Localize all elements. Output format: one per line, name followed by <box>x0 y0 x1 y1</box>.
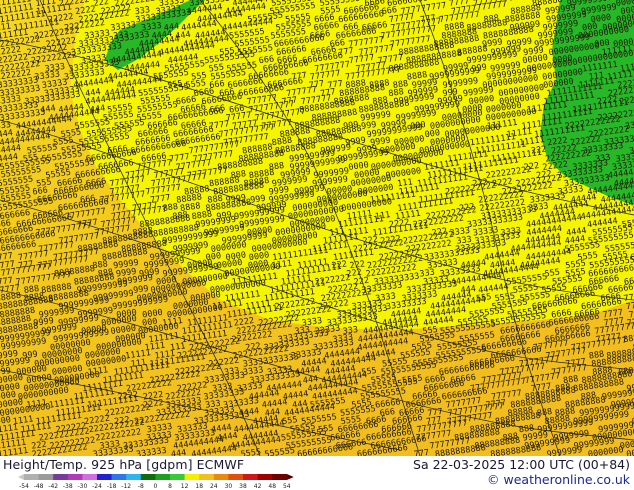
colorbar-tick-label: 42 <box>254 483 262 490</box>
colorbar-tick-label: -42 <box>48 483 58 490</box>
colorbar-swatch <box>228 474 244 480</box>
colorbar-tick-label: 30 <box>225 483 233 490</box>
temperature-colorbar: -54 -48 -42 -38 -30 -24 -18 -12 -8 0 8 12 18 24 30 38 42… <box>18 474 294 490</box>
colorbar-swatch <box>243 474 258 480</box>
colorbar-tick-label: 18 <box>195 483 203 490</box>
colorbar-swatch <box>170 474 185 480</box>
colorbar-tick-label: -48 <box>34 483 44 490</box>
colorbar-right-arrow <box>286 474 294 480</box>
colorbar-swatch <box>184 474 200 480</box>
colorbar-swatch <box>111 474 127 480</box>
map-canvas: 1111111 1111 222222 222 22222222 33333 3333333… <box>0 0 634 456</box>
colorbar-tick-label: 48 <box>268 483 276 490</box>
colorbar-tick-label: -18 <box>107 483 117 490</box>
colorbar-tick-label: -24 <box>92 483 102 490</box>
height-digit-run: 777 <box>413 448 430 456</box>
height-digit-run: 444 <box>170 448 187 456</box>
colorbar-tick-label: -12 <box>121 483 131 490</box>
colorbar-tick-label: 0 <box>153 483 157 490</box>
colorbar-tick-label: 8 <box>168 483 172 490</box>
colorbar-tick-label: 24 <box>210 483 218 490</box>
colorbar-swatch <box>140 474 156 480</box>
map-footer: Height/Temp. 925 hPa [gdpm] ECMWF Sa 22-… <box>0 456 634 490</box>
colorbar-swatch <box>257 474 273 480</box>
colorbar-swatch <box>38 474 54 480</box>
colorbar-swatch <box>126 474 142 480</box>
colorbar-swatch <box>97 474 112 480</box>
colorbar-swatch <box>82 474 98 480</box>
colorbar-swatch <box>155 474 171 480</box>
weather-map: 1111111 1111 222222 222 22222222 33333 3333333… <box>0 0 634 456</box>
map-parameter-title: Height/Temp. 925 hPa [gdpm] ECMWF <box>3 457 245 472</box>
colorbar-tick-label: 12 <box>181 483 189 490</box>
colorbar-left-arrow <box>18 474 24 480</box>
colorbar-tick-label: -30 <box>77 483 87 490</box>
colorbar-swatch <box>272 474 288 480</box>
colorbar-tick-label: -54 <box>19 483 29 490</box>
colorbar-swatch <box>53 474 69 480</box>
colorbar-tick-label: -8 <box>138 483 144 490</box>
height-digits-layer: 1111111 1111 222222 222 22222222 33333 3333333… <box>0 0 634 456</box>
colorbar-tick-labels: -54 -48 -42 -38 -30 -24 -18 -12 -8 0 8 12 18 24 30 38 42… <box>19 483 291 490</box>
colorbar-swatch <box>199 474 215 480</box>
colorbar-tick-label: 38 <box>239 483 247 490</box>
colorbar-swatch <box>213 474 229 480</box>
colorbar-swatches <box>18 474 294 480</box>
colorbar-swatch <box>24 474 39 480</box>
colorbar-swatch <box>67 474 83 480</box>
colorbar-tick-label: 54 <box>283 483 291 490</box>
colorbar-tick-label: -38 <box>63 483 73 490</box>
map-valid-time: Sa 22-03-2025 12:00 UTC (00+84) <box>413 457 630 472</box>
credit-link[interactable]: © weatheronline.co.uk <box>487 472 630 487</box>
